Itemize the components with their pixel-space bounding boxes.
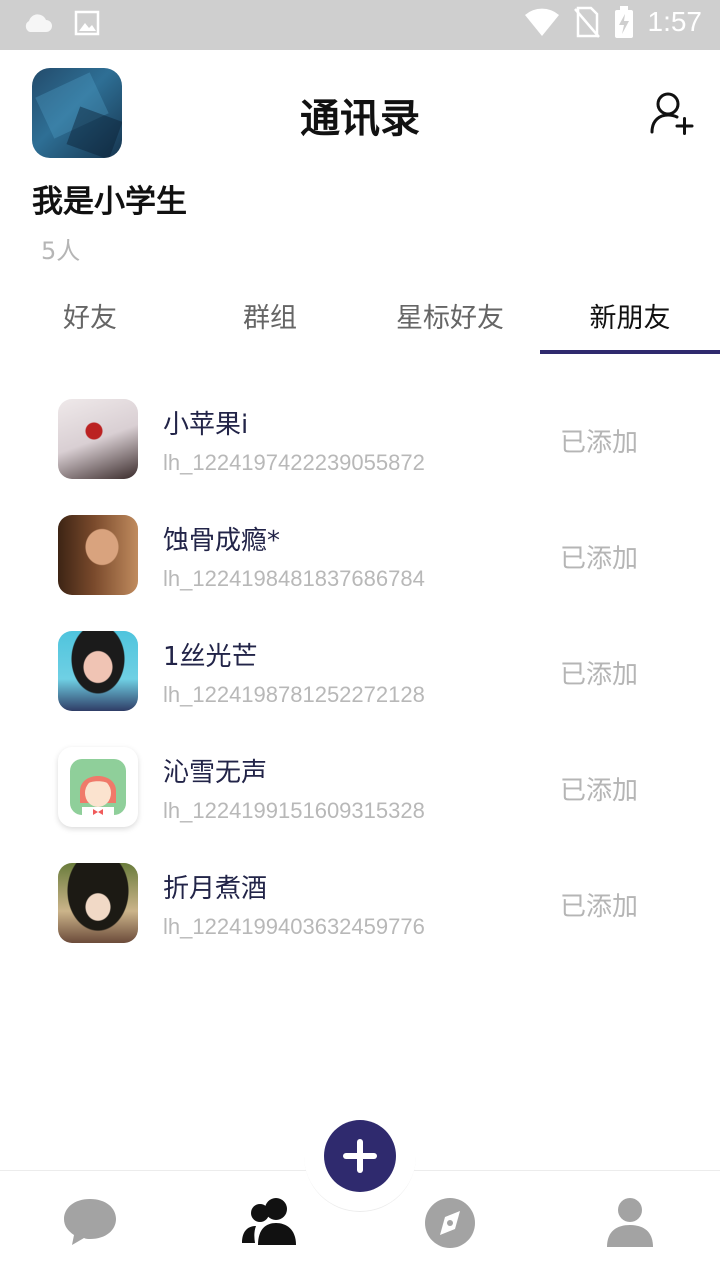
member-count: 5人 xyxy=(41,237,81,265)
nav-chat[interactable] xyxy=(60,1195,120,1251)
list-item[interactable]: 小苹果i lh_1224197422239055872 已添加 xyxy=(0,380,720,496)
tab-groups[interactable]: 群组 xyxy=(180,290,360,354)
friend-id: lh_1224197422239055872 xyxy=(163,450,425,475)
username: 我是小学生 xyxy=(32,184,187,220)
status-bar-left xyxy=(22,10,100,36)
nav-discover[interactable] xyxy=(420,1195,480,1251)
add-friend-button[interactable] xyxy=(650,90,694,136)
friend-avatar xyxy=(58,747,138,827)
friend-name: 折月煮酒 xyxy=(163,874,268,904)
friend-avatar xyxy=(58,631,138,711)
page-title: 通讯录 xyxy=(300,96,420,142)
status-bar-right: 1:57 xyxy=(524,6,703,38)
friend-avatar xyxy=(58,863,138,943)
chat-bubble-icon xyxy=(64,1199,116,1245)
list-item[interactable]: 1丝光芒 lh_1224198781252272128 已添加 xyxy=(0,612,720,728)
friend-name: 沁雪无声 xyxy=(163,758,268,788)
friend-name: 蚀骨成瘾* xyxy=(163,526,281,556)
friend-id: lh_1224198781252272128 xyxy=(163,682,425,707)
profile-icon xyxy=(607,1198,653,1247)
list-item[interactable]: 蚀骨成瘾* lh_1224198481837686784 已添加 xyxy=(0,496,720,612)
add-user-icon xyxy=(650,92,694,135)
tab-friends[interactable]: 好友 xyxy=(0,290,180,354)
cartoon-avatar-icon xyxy=(70,759,126,815)
battery-charging-icon xyxy=(614,6,633,38)
tab-new-friends[interactable]: 新朋友 xyxy=(540,290,720,354)
cloud-icon xyxy=(25,14,52,33)
list-item[interactable]: 折月煮酒 lh_1224199403632459776 已添加 xyxy=(0,844,720,960)
tab-bar: 好友 群组 星标好友 新朋友 xyxy=(0,290,720,354)
added-status: 已添加 xyxy=(560,776,639,806)
added-status: 已添加 xyxy=(560,892,639,922)
contacts-icon xyxy=(242,1198,296,1245)
clock-time: 1:57 xyxy=(647,6,703,37)
added-status: 已添加 xyxy=(560,544,639,574)
friend-avatar xyxy=(58,399,138,479)
add-button[interactable] xyxy=(324,1120,396,1192)
list-item[interactable]: 沁雪无声 lh_1224199151609315328 已添加 xyxy=(0,728,720,844)
friend-id: lh_1224199403632459776 xyxy=(163,914,425,939)
friend-id: lh_1224199151609315328 xyxy=(163,798,425,823)
friend-avatar xyxy=(58,515,138,595)
friend-name: 1丝光芒 xyxy=(163,642,258,672)
status-bar: 1:57 xyxy=(0,0,720,50)
added-status: 已添加 xyxy=(560,660,639,690)
nav-contacts[interactable] xyxy=(240,1195,300,1251)
active-tab-indicator xyxy=(540,350,720,354)
added-status: 已添加 xyxy=(560,428,639,458)
no-sim-icon xyxy=(573,6,600,38)
new-friends-list: 小苹果i lh_1224197422239055872 已添加 蚀骨成瘾* lh… xyxy=(0,380,720,960)
nav-profile[interactable] xyxy=(600,1195,660,1251)
wifi-icon xyxy=(524,8,559,36)
tab-starred-friends[interactable]: 星标好友 xyxy=(360,290,540,354)
friend-name: 小苹果i xyxy=(163,410,249,440)
compass-icon xyxy=(425,1198,475,1248)
friend-id: lh_1224198481837686784 xyxy=(163,566,425,591)
image-icon xyxy=(74,10,100,36)
